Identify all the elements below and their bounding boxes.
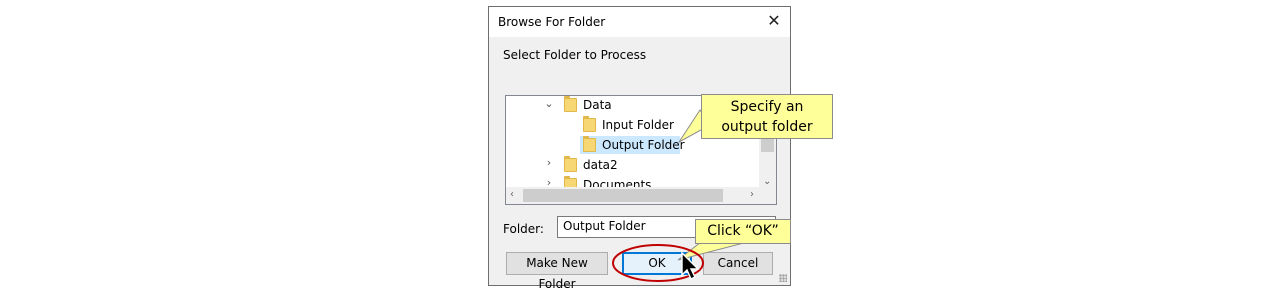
mouse-cursor-icon bbox=[681, 252, 700, 280]
folder-label: Folder: bbox=[503, 222, 544, 236]
scroll-left-icon[interactable]: ‹ bbox=[510, 189, 514, 200]
folder-icon bbox=[564, 156, 577, 172]
scroll-down-icon[interactable]: ⌄ bbox=[763, 176, 771, 187]
folder-icon bbox=[583, 116, 596, 132]
dialog-prompt: Select Folder to Process bbox=[503, 48, 647, 62]
chevron-down-icon[interactable]: ⌄ bbox=[544, 97, 554, 110]
tree-item-output-folder[interactable]: Output Folder bbox=[580, 136, 685, 154]
scroll-thumb[interactable] bbox=[523, 189, 723, 202]
scroll-right-icon[interactable]: › bbox=[750, 189, 754, 200]
chevron-right-icon[interactable]: › bbox=[544, 156, 554, 169]
dialog-title: Browse For Folder bbox=[498, 15, 606, 29]
resize-grip-icon[interactable] bbox=[779, 274, 787, 282]
callout-line: Specify an bbox=[730, 99, 804, 115]
tree-item-label: data2 bbox=[583, 158, 618, 172]
tree-item-label: Data bbox=[583, 98, 612, 112]
specify-folder-callout: Specify an output folder bbox=[701, 94, 833, 139]
make-new-folder-button[interactable]: Make New Folder bbox=[506, 252, 608, 291]
horizontal-scrollbar[interactable]: ‹ › bbox=[506, 187, 776, 204]
close-icon[interactable]: ✕ bbox=[766, 12, 782, 30]
folder-icon bbox=[583, 136, 596, 152]
click-ok-callout: Click “OK” bbox=[695, 219, 791, 244]
callout-line: output folder bbox=[721, 119, 813, 135]
tree-item-label: Input Folder bbox=[602, 118, 674, 132]
title-bar: Browse For Folder ✕ bbox=[489, 7, 790, 37]
folder-icon bbox=[564, 96, 577, 112]
